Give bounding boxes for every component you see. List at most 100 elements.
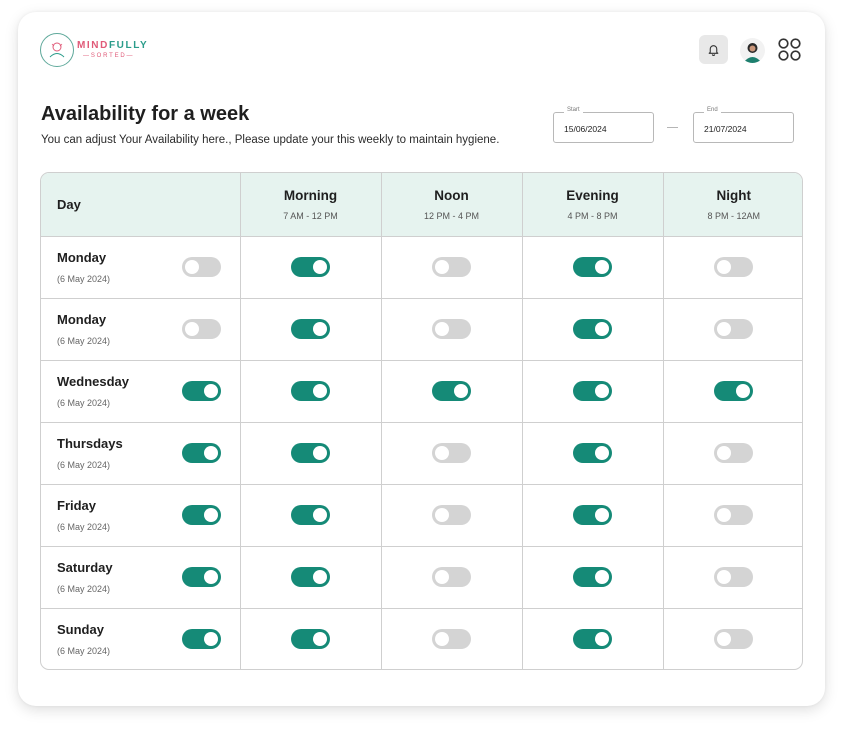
slot-header-evening: Evening 4 PM - 8 PM	[522, 173, 664, 237]
notifications-button[interactable]	[699, 35, 728, 64]
slot-cell-morning	[240, 422, 382, 485]
start-date-value: 15/06/2024	[564, 124, 607, 134]
slot-toggle-night[interactable]	[714, 381, 754, 401]
slot-cell-night	[663, 298, 802, 361]
slot-toggle-noon[interactable]	[432, 505, 471, 525]
bell-icon	[708, 45, 719, 56]
slot-toggle-night[interactable]	[714, 257, 754, 277]
slot-toggle-night[interactable]	[714, 443, 754, 463]
slot-cell-noon	[381, 422, 523, 485]
apps-grid-icon[interactable]	[778, 38, 801, 61]
slot-cell-morning	[240, 360, 382, 423]
slot-cell-evening	[522, 422, 664, 485]
slot-cell-morning	[240, 484, 382, 547]
slot-toggle-noon[interactable]	[432, 257, 471, 277]
slot-cell-noon	[381, 608, 523, 669]
slot-cell-noon	[381, 484, 523, 547]
slot-toggle-noon[interactable]	[432, 443, 471, 463]
table-row: Saturday (6 May 2024)	[41, 546, 802, 609]
slot-cell-night	[663, 422, 802, 485]
table-row: Monday (6 May 2024)	[41, 298, 802, 361]
slot-cell-noon	[381, 298, 523, 361]
slot-toggle-evening[interactable]	[573, 505, 612, 525]
slot-toggle-noon[interactable]	[432, 319, 471, 339]
slot-toggle-morning[interactable]	[291, 319, 330, 339]
day-toggle[interactable]	[181, 443, 221, 463]
logo-emblem-icon	[40, 33, 74, 67]
user-avatar[interactable]	[740, 38, 765, 63]
day-cell: Thursdays (6 May 2024)	[41, 422, 241, 485]
date-range-separator	[667, 127, 678, 128]
table-row: Sunday (6 May 2024)	[41, 608, 802, 669]
slot-toggle-night[interactable]	[714, 567, 754, 587]
day-toggle[interactable]	[181, 381, 221, 401]
brand-logo[interactable]: MINDFULLY —SORTED—	[40, 33, 148, 67]
slot-cell-evening	[522, 236, 664, 299]
slot-cell-noon	[381, 546, 523, 609]
slot-header-night: Night 8 PM - 12AM	[663, 173, 802, 237]
day-cell: Sunday (6 May 2024)	[41, 608, 241, 669]
day-toggle[interactable]	[181, 629, 221, 650]
slot-toggle-morning[interactable]	[291, 443, 330, 463]
slot-cell-night	[663, 236, 802, 299]
table-header-row: Day Morning 7 AM - 12 PM Noon 12 PM - 4 …	[41, 173, 802, 237]
slot-toggle-morning[interactable]	[291, 629, 330, 650]
slot-cell-morning	[240, 298, 382, 361]
slot-cell-night	[663, 360, 802, 423]
availability-card: MINDFULLY —SORTED— Availability for a we…	[18, 12, 825, 706]
day-cell: Saturday (6 May 2024)	[41, 546, 241, 609]
slot-toggle-noon[interactable]	[432, 567, 471, 587]
table-row: Wednesday (6 May 2024)	[41, 360, 802, 423]
slot-toggle-morning[interactable]	[291, 505, 330, 525]
day-cell: Monday (6 May 2024)	[41, 236, 241, 299]
availability-table: Day Morning 7 AM - 12 PM Noon 12 PM - 4 …	[40, 172, 803, 670]
slot-toggle-morning[interactable]	[291, 257, 330, 277]
slot-cell-morning	[240, 546, 382, 609]
start-date-label: Start	[564, 107, 583, 113]
slot-cell-evening	[522, 546, 664, 609]
page-title: Availability for a week	[41, 103, 250, 125]
start-date-field[interactable]: Start 15/06/2024	[553, 107, 654, 143]
day-toggle[interactable]	[181, 319, 221, 339]
slot-toggle-morning[interactable]	[291, 381, 330, 401]
slot-toggle-evening[interactable]	[573, 257, 612, 277]
slot-toggle-evening[interactable]	[573, 567, 612, 587]
day-toggle[interactable]	[181, 505, 221, 525]
slot-cell-night	[663, 608, 802, 669]
slot-header-noon: Noon 12 PM - 4 PM	[381, 173, 523, 237]
slot-toggle-evening[interactable]	[573, 443, 612, 463]
slot-toggle-night[interactable]	[714, 629, 754, 650]
slot-toggle-night[interactable]	[714, 319, 754, 339]
day-cell: Monday (6 May 2024)	[41, 298, 241, 361]
day-cell: Wednesday (6 May 2024)	[41, 360, 241, 423]
day-column-header: Day	[41, 173, 241, 237]
slot-toggle-night[interactable]	[714, 505, 754, 525]
slot-toggle-evening[interactable]	[573, 319, 612, 339]
logo-wordmark: MINDFULLY —SORTED—	[77, 40, 149, 60]
slot-cell-noon	[381, 360, 523, 423]
slot-toggle-noon[interactable]	[432, 629, 471, 650]
slot-cell-evening	[522, 360, 664, 423]
table-row: Monday (6 May 2024)	[41, 236, 802, 299]
table-row: Thursdays (6 May 2024)	[41, 422, 802, 485]
slot-cell-morning	[240, 608, 382, 669]
end-date-label: End	[704, 107, 721, 113]
slot-cell-night	[663, 546, 802, 609]
slot-cell-evening	[522, 608, 664, 669]
table-row: Friday (6 May 2024)	[41, 484, 802, 547]
page-subtitle: You can adjust Your Availability here., …	[41, 134, 500, 146]
day-toggle[interactable]	[181, 257, 221, 277]
end-date-field[interactable]: End 21/07/2024	[693, 107, 794, 143]
slot-cell-noon	[381, 236, 523, 299]
slot-toggle-evening[interactable]	[573, 381, 612, 401]
slot-cell-morning	[240, 236, 382, 299]
slot-cell-night	[663, 484, 802, 547]
slot-toggle-noon[interactable]	[432, 381, 471, 401]
slot-header-morning: Morning 7 AM - 12 PM	[240, 173, 382, 237]
slot-toggle-evening[interactable]	[573, 629, 612, 650]
end-date-value: 21/07/2024	[704, 124, 747, 134]
slot-cell-evening	[522, 298, 664, 361]
slot-toggle-morning[interactable]	[291, 567, 330, 587]
day-toggle[interactable]	[181, 567, 221, 587]
day-cell: Friday (6 May 2024)	[41, 484, 241, 547]
